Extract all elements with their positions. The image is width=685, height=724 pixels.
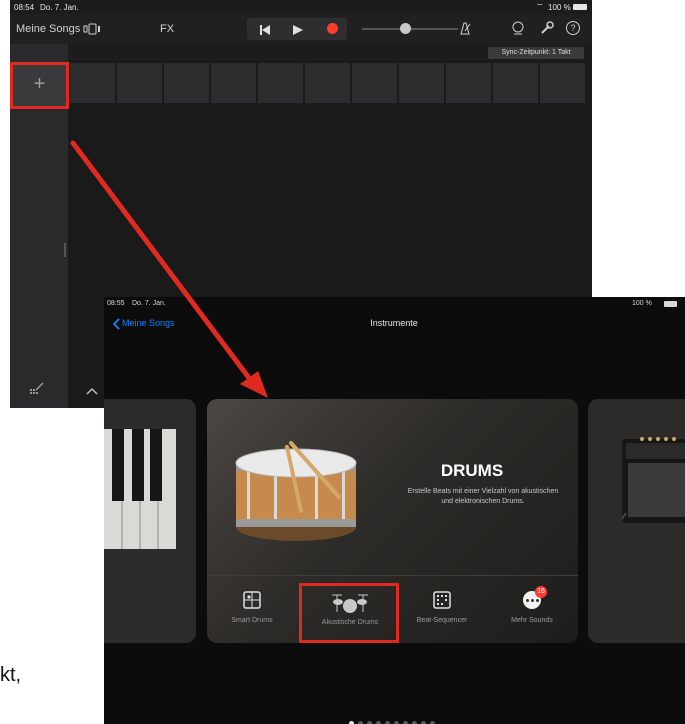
annotation-arrow xyxy=(70,140,268,398)
partial-caption-text: kt, xyxy=(0,664,22,686)
